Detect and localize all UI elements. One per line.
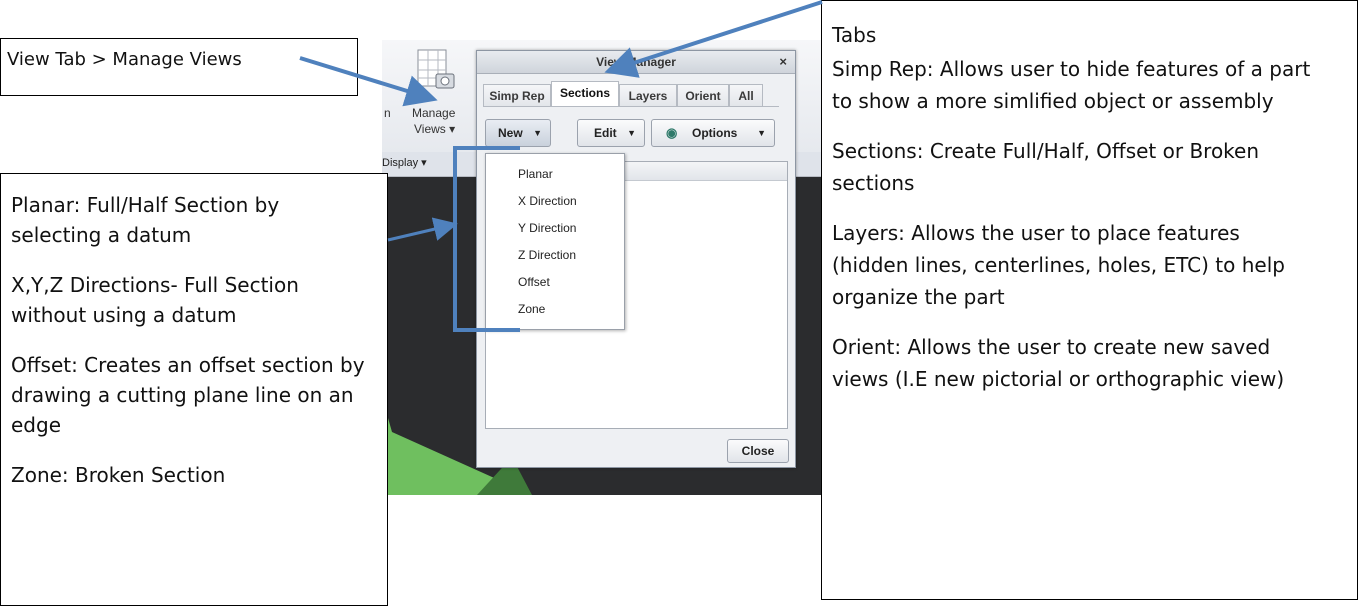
menu-item-planar[interactable]: Planar bbox=[518, 167, 553, 181]
callout-planar: Planar: Full/Half Section by selecting a… bbox=[11, 193, 280, 247]
dialog-title: View Manager bbox=[596, 55, 676, 69]
menu-item-zone[interactable]: Zone bbox=[518, 302, 545, 316]
edit-button-label: Edit bbox=[594, 126, 617, 140]
callout-sections: Sections: Create Full/Half, Offset or Br… bbox=[832, 139, 1260, 195]
manage-views-label-1: Manage bbox=[412, 106, 456, 120]
tab-all[interactable]: All bbox=[729, 84, 763, 106]
callout-tabs: Tabs Simp Rep: Allows user to hide featu… bbox=[821, 0, 1358, 600]
dropdown-arrow-icon: ▼ bbox=[757, 128, 766, 138]
tab-divider bbox=[483, 106, 779, 107]
callout-offset: Offset: Creates an offset section by dra… bbox=[11, 353, 365, 437]
menu-item-y-direction[interactable]: Y Direction bbox=[518, 221, 576, 235]
menu-item-x-direction[interactable]: X Direction bbox=[518, 194, 577, 208]
edit-button[interactable]: Edit ▼ bbox=[577, 119, 645, 147]
callout-xyz: X,Y,Z Directions- Full Section without u… bbox=[11, 273, 299, 327]
tab-orient[interactable]: Orient bbox=[677, 84, 729, 106]
callout-zone: Zone: Broken Section bbox=[11, 463, 226, 487]
options-button-label: Options bbox=[692, 126, 738, 140]
dropdown-arrow-icon: ▼ bbox=[533, 128, 542, 138]
dialog-title-bar: View Manager × bbox=[477, 51, 795, 74]
close-icon[interactable]: × bbox=[779, 51, 787, 73]
callout-tabs-heading: Tabs bbox=[832, 23, 877, 47]
callout-layers: Layers: Allows the user to place feature… bbox=[832, 221, 1285, 309]
eye-icon: ◉ bbox=[666, 125, 678, 140]
tab-layers[interactable]: Layers bbox=[619, 84, 677, 106]
tab-simp-rep[interactable]: Simp Rep bbox=[483, 84, 551, 106]
callout-manage-views: View Tab > Manage Views bbox=[0, 38, 358, 96]
close-button[interactable]: Close bbox=[727, 439, 789, 463]
dropdown-arrow-icon: ▼ bbox=[627, 128, 636, 138]
new-dropdown-menu: Planar X Direction Y Direction Z Directi… bbox=[485, 153, 625, 330]
display-group-label[interactable]: Display ▾ bbox=[382, 156, 427, 169]
callout-simp-rep: Simp Rep: Allows user to hide features o… bbox=[832, 57, 1311, 113]
manage-views-label-2: Views ▾ bbox=[414, 122, 456, 136]
new-button[interactable]: New ▼ bbox=[485, 119, 551, 147]
menu-item-offset[interactable]: Offset bbox=[518, 275, 550, 289]
options-button[interactable]: ◉ Options ▼ bbox=[651, 119, 775, 147]
manage-views-icon bbox=[417, 49, 455, 89]
menu-item-z-direction[interactable]: Z Direction bbox=[518, 248, 576, 262]
callout-section-types: Planar: Full/Half Section by selecting a… bbox=[0, 173, 388, 606]
manage-views-button[interactable]: Manage Views ▾ bbox=[402, 48, 472, 136]
tab-sections[interactable]: Sections bbox=[551, 81, 619, 107]
callout-orient: Orient: Allows the user to create new sa… bbox=[832, 335, 1285, 391]
new-button-label: New bbox=[498, 126, 523, 140]
ribbon-partial-label: n bbox=[384, 106, 391, 120]
callout-manage-views-text: View Tab > Manage Views bbox=[7, 49, 242, 70]
